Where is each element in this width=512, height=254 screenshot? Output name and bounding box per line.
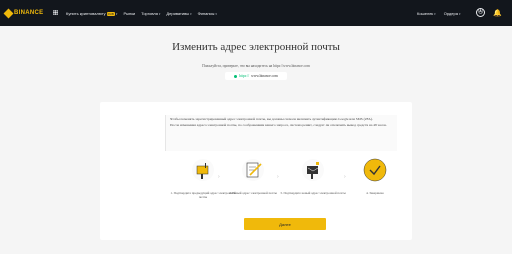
step-4: 4. Завершено	[340, 158, 410, 195]
next-button[interactable]: Далее	[244, 218, 326, 230]
nav-item-buy-crypto[interactable]: Купить криптовалюту RUB ▾	[66, 11, 117, 16]
nav-item-label: Финансы	[197, 11, 215, 16]
nav-item-finance[interactable]: Финансы▾	[198, 11, 217, 16]
nav-item-trade[interactable]: Торговля▾	[141, 11, 160, 16]
step-3: 3. Подтвердите новый адрес электронной п…	[278, 158, 348, 195]
wallet-label: Кошелек	[417, 11, 434, 16]
notice-line-2: После изменения адреса электронной почты…	[170, 123, 387, 127]
chevron-down-icon: ▾	[215, 12, 217, 16]
nav-item-markets[interactable]: Рынки	[123, 11, 135, 16]
chevron-down-icon: ▾	[190, 12, 192, 16]
nav-item-label: Торговля	[141, 11, 158, 16]
wallet-menu[interactable]: Кошелек▾	[417, 11, 436, 16]
url-check-box: https:// www.binance.com	[225, 72, 287, 80]
mailbox-icon	[192, 159, 214, 181]
top-navigation-bar: BINANCE Купить криптовалюту RUB ▾ Рынки То…	[0, 0, 512, 26]
right-nav: Кошелек▾ Ордера▾	[417, 11, 460, 16]
nav-item-derivatives[interactable]: Деривативы▾	[166, 11, 191, 16]
main-nav: Купить криптовалюту RUB ▾ Рынки Торговля▾ …	[66, 11, 217, 16]
page-title: Изменить адрес электронной почты	[172, 41, 340, 53]
chevron-down-icon: ▾	[115, 12, 118, 16]
chevron-down-icon: ▾	[158, 12, 161, 16]
orders-label: Ордера	[443, 11, 458, 16]
chevron-down-icon: ▾	[458, 12, 461, 16]
step-label: 3. Подтвердите новый адрес электронной п…	[280, 191, 346, 195]
info-notice: Чтобы поменять зарегистрированный адрес …	[165, 115, 397, 151]
currency-badge: RUB	[106, 12, 115, 16]
mailbox-icon	[302, 159, 324, 181]
logo-text: BINANCE	[14, 10, 44, 16]
url-prefix: https://	[239, 74, 250, 78]
binance-logo[interactable]: BINANCE	[3, 8, 44, 18]
phishing-warning: Пожалуйста, проверьте, что вы находитесь…	[202, 64, 310, 68]
checkmark-icon	[363, 158, 387, 182]
nav-item-label: Рынки	[123, 11, 136, 16]
url-host: www.binance.com	[251, 74, 278, 78]
orders-menu[interactable]: Ордера▾	[444, 11, 461, 16]
notepad-icon	[242, 159, 264, 181]
chevron-down-icon: ▾	[434, 12, 436, 16]
bell-icon[interactable]: 🔔	[493, 9, 502, 17]
account-icon[interactable]: Ⓐ	[476, 8, 485, 17]
binance-logo-icon	[3, 8, 14, 18]
apps-grid-icon[interactable]	[53, 10, 58, 15]
notice-line-1: Чтобы поменять зарегистрированный адрес …	[170, 117, 373, 121]
lock-icon	[234, 74, 238, 78]
nav-item-label: Купить криптовалюту	[66, 11, 106, 16]
step-label: 4. Завершено	[366, 191, 384, 195]
nav-item-label: Деривативы	[166, 11, 190, 16]
